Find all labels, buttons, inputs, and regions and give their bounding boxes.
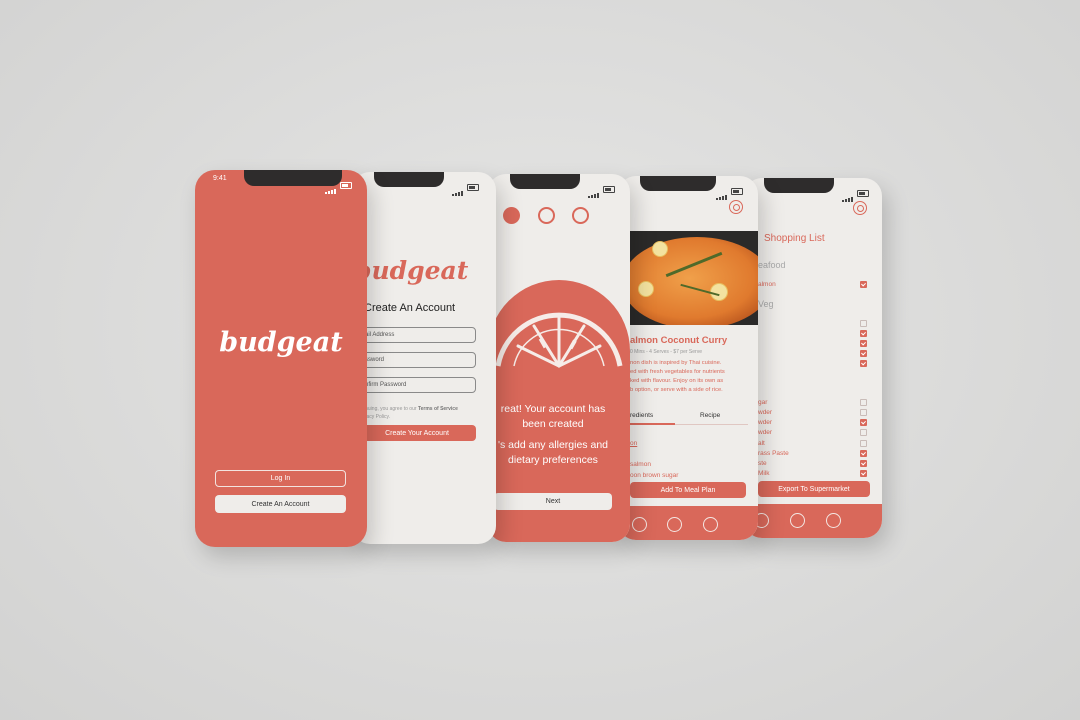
basket-icon[interactable]: [703, 517, 718, 532]
item-checkbox[interactable]: [860, 360, 867, 367]
terms-link[interactable]: Terms of Service: [418, 406, 458, 412]
basket-icon[interactable]: [826, 513, 841, 528]
phone-notch: [510, 174, 580, 189]
list-item: Milk: [758, 470, 770, 477]
item-checkbox[interactable]: [860, 450, 867, 457]
status-time: 9:41: [213, 175, 227, 182]
app-logo: budgeat: [219, 327, 343, 358]
category-veg: Veg: [758, 299, 774, 309]
email-field[interactable]: ail Address: [358, 327, 476, 343]
phone-welcome: 9:41 budgeat Log In Create An Account: [195, 170, 367, 547]
success-message: reat! Your account has been created: [488, 402, 618, 432]
phone-onboarding: reat! Your account has been created 's a…: [488, 174, 630, 542]
list-item: oon brown sugar: [630, 472, 679, 479]
status-icons: [325, 176, 352, 194]
terms-text-part: inuing, you agree to our: [364, 406, 418, 412]
item-checkbox[interactable]: [860, 340, 867, 347]
bottom-nav: [744, 504, 882, 538]
preferences-prompt: 's add any allergies and dietary prefere…: [488, 438, 618, 468]
list-item: wder: [758, 429, 773, 436]
tab-ingredients[interactable]: redients: [630, 412, 653, 419]
category-seafood: eafood: [758, 260, 786, 270]
grapefruit-slice-icon: [495, 312, 623, 368]
message-line: 's add any allergies and: [498, 439, 608, 451]
confirm-password-field[interactable]: nfirm Password: [358, 377, 476, 393]
page-title: Create An Account: [364, 302, 456, 314]
message-line: dietary preferences: [508, 454, 598, 466]
list-item: ste: [758, 460, 767, 467]
privacy-link[interactable]: vacy Policy.: [364, 414, 390, 420]
export-button[interactable]: Export To Supermarket: [758, 481, 870, 497]
recipe-title: almon Coconut Curry: [630, 335, 728, 346]
status-icons: [452, 178, 479, 196]
item-checkbox[interactable]: [860, 419, 867, 426]
list-icon[interactable]: [667, 517, 682, 532]
phone-notch: [374, 172, 444, 187]
list-item: wder: [758, 409, 773, 416]
password-field[interactable]: ssword: [358, 352, 476, 368]
create-account-submit-button[interactable]: Create Your Account: [358, 425, 476, 441]
desc-line: non dish is inspired by Thai cuisine.: [630, 360, 722, 366]
pager-dot-active: [503, 207, 520, 224]
list-item: gar: [758, 399, 768, 406]
list-item: rass Paste: [758, 450, 789, 457]
login-button[interactable]: Log In: [215, 470, 346, 487]
recipe-photo: [630, 231, 758, 325]
status-icons: [716, 182, 743, 200]
list-icon[interactable]: [790, 513, 805, 528]
home-icon[interactable]: [632, 517, 647, 532]
tab-underline-active: [630, 423, 675, 425]
create-account-button[interactable]: Create An Account: [215, 495, 346, 513]
item-checkbox[interactable]: [860, 350, 867, 357]
terms-text: inuing, you agree to our Terms of Servic…: [364, 405, 479, 421]
page-title: Shopping List: [764, 233, 825, 244]
list-item: alt: [758, 440, 765, 447]
phone-recipe: almon Coconut Curry 0 Mins - 4 Serves - …: [618, 176, 758, 540]
tab-recipe[interactable]: Recipe: [700, 412, 720, 419]
gear-icon[interactable]: [853, 201, 867, 215]
phone-notch: [640, 176, 716, 191]
status-icons: [588, 180, 615, 198]
list-item: wder: [758, 419, 773, 426]
next-button[interactable]: Next: [494, 493, 612, 510]
list-item: salmon: [630, 461, 651, 468]
backdrop: Shopping List eafood almon Veg gar wder …: [0, 0, 1080, 720]
pager-dot: [538, 207, 555, 224]
item-checkbox[interactable]: [860, 460, 867, 467]
recipe-meta: 0 Mins - 4 Serves - $7 per Serve: [630, 349, 702, 355]
status-icons: [842, 184, 869, 202]
item-checkbox[interactable]: [860, 470, 867, 477]
item-checkbox[interactable]: [860, 281, 867, 288]
message-line: reat! Your account has: [500, 403, 606, 415]
list-item: almon: [758, 281, 776, 288]
pager-dot: [572, 207, 589, 224]
desc-line: b option, or serve with a side of rice.: [630, 387, 723, 393]
item-checkbox[interactable]: [860, 320, 867, 327]
phone-shopping-list: Shopping List eafood almon Veg gar wder …: [744, 178, 882, 538]
app-logo: budgeat: [354, 256, 469, 285]
phone-notch: [764, 178, 834, 193]
add-to-meal-plan-button[interactable]: Add To Meal Plan: [630, 482, 746, 498]
item-checkbox[interactable]: [860, 399, 867, 406]
gear-icon[interactable]: [729, 200, 743, 214]
bottom-nav: [618, 506, 758, 540]
recipe-description: non dish is inspired by Thai cuisine. ed…: [630, 359, 748, 395]
item-checkbox[interactable]: [860, 409, 867, 416]
desc-line: ked with flavour. Enjoy on its own as: [630, 378, 724, 384]
item-checkbox[interactable]: [860, 330, 867, 337]
message-line: been created: [522, 418, 584, 430]
phone-signup: budgeat Create An Account ail Address ss…: [352, 172, 496, 544]
item-checkbox[interactable]: [860, 429, 867, 436]
item-checkbox[interactable]: [860, 440, 867, 447]
desc-line: ed with fresh vegetables for nutrients: [630, 369, 725, 375]
ingredient-section: on: [630, 440, 638, 447]
